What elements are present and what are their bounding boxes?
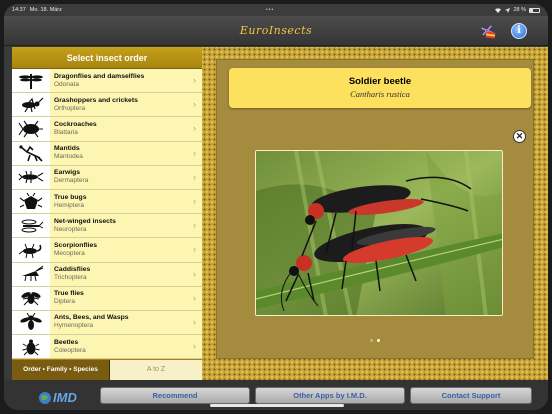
order-name: Beetles [54, 338, 79, 346]
order-latin: Neuroptera [54, 225, 87, 233]
order-latin: Coleoptera [54, 346, 86, 354]
app-window: 14:37 Mo. 18. März ••• 28 % EuroInsects … [4, 4, 548, 410]
fly-icon [21, 292, 41, 306]
order-latin: Hymenoptera [54, 322, 94, 330]
dragonfly-icon [19, 73, 43, 89]
chevron-right-icon: › [193, 195, 196, 206]
order-name: Ants, Bees, and Wasps [54, 314, 129, 322]
order-name: Net-winged insects [54, 217, 116, 225]
species-photo[interactable] [255, 150, 503, 316]
close-icon[interactable]: ✕ [513, 130, 526, 143]
page-dot [377, 339, 380, 342]
status-bar: 14:37 Mo. 18. März ••• 28 % [4, 4, 548, 16]
status-date: Mo. 18. März [29, 7, 62, 13]
chevron-right-icon: › [193, 75, 196, 85]
chevron-right-icon: › [193, 316, 196, 327]
species-common-name: Soldier beetle [348, 76, 412, 87]
order-sidebar: Select insect order Dragonflies and dams… [12, 47, 202, 380]
list-item[interactable]: True flies Diptera › [12, 286, 202, 311]
segment-order-family-species[interactable]: Order • Family • Species [12, 360, 110, 380]
order-name: Grashoppers and crickets [54, 96, 138, 104]
order-name: Scorpionflies [54, 241, 98, 249]
beetle-icon [22, 339, 40, 356]
order-latin: Mantodea [54, 153, 83, 161]
bug-icon [19, 192, 43, 209]
list-item[interactable]: Mantids Mantodea › [12, 141, 202, 166]
chevron-right-icon: › [193, 341, 196, 352]
list-item[interactable]: Dragonflies and damselflies Odonata › [12, 69, 202, 94]
list-item[interactable]: Scorpionflies Mecoptera › [12, 238, 202, 263]
order-name: True bugs [54, 193, 87, 201]
grasshopper-icon [22, 97, 44, 113]
order-latin: Hemiptera [54, 201, 84, 209]
order-latin: Diptera [54, 298, 75, 306]
sort-segmented-control: Order • Family • Species A to Z [12, 359, 202, 380]
list-item[interactable]: Cockroaches Blattaria › [12, 117, 202, 142]
chevron-right-icon: › [193, 220, 196, 231]
chevron-right-icon: › [193, 99, 196, 110]
order-latin: Dermaptera [54, 177, 89, 185]
app-title: EuroInsects [239, 24, 313, 37]
battery-percent: 28 % [513, 7, 526, 13]
contact-support-button[interactable]: Contact Support [410, 387, 532, 404]
segment-a-to-z[interactable]: A to Z [110, 360, 202, 380]
list-item[interactable]: Net-winged insects Neuroptera › [12, 214, 202, 239]
mantis-icon [19, 145, 43, 162]
list-item[interactable]: Earwigs Dermaptera › [12, 165, 202, 190]
chevron-right-icon: › [193, 292, 196, 303]
chevron-right-icon: › [193, 123, 196, 134]
wasp-icon [20, 313, 42, 331]
other-apps-button[interactable]: Other Apps by I.M.D. [255, 387, 405, 404]
imd-logo[interactable]: IMD [38, 388, 92, 406]
language-flag-icon[interactable] [480, 23, 496, 39]
order-latin: Orthoptera [54, 104, 86, 112]
caddisfly-icon [22, 265, 44, 282]
list-item[interactable]: True bugs Hemiptera › [12, 189, 202, 215]
list-item[interactable]: Beetles Coleoptera › [12, 335, 202, 359]
cockroach-icon [18, 120, 43, 138]
order-latin: Mecoptera [54, 249, 85, 257]
chevron-right-icon: › [193, 268, 196, 279]
status-time: 14:37 [12, 7, 26, 13]
order-name: Mantids [54, 145, 80, 153]
order-name: True flies [54, 290, 84, 298]
battery-icon [529, 7, 540, 13]
order-name: Earwigs [54, 169, 81, 177]
battery-level [530, 8, 533, 12]
species-detail-panel: Soldier beetle Cantharis rustica ✕ [216, 59, 534, 359]
info-icon[interactable]: i [511, 23, 527, 39]
home-indicator[interactable] [210, 404, 344, 407]
navigation-bar: EuroInsects i [4, 16, 548, 46]
order-latin: Odonata [54, 80, 79, 88]
order-latin: Blattaria [54, 128, 78, 136]
page-indicator[interactable] [217, 329, 533, 347]
detail-background: Soldier beetle Cantharis rustica ✕ [202, 47, 548, 380]
logo-text: IMD [53, 390, 77, 405]
species-title-card: Soldier beetle Cantharis rustica [229, 68, 531, 108]
wifi-icon [495, 8, 502, 13]
page-dot [370, 339, 373, 342]
earwig-icon [18, 171, 44, 184]
order-list: Dragonflies and damselflies Odonata › Gra… [12, 69, 202, 359]
order-name: Dragonflies and damselflies [54, 72, 145, 80]
order-name: Cockroaches [54, 120, 97, 128]
list-item[interactable]: Caddisflies Trichoptera › [12, 262, 202, 287]
chevron-right-icon: › [193, 171, 196, 182]
scorpionfly-icon [18, 243, 42, 259]
recommend-button[interactable]: Recommend [100, 387, 250, 404]
multitasking-dots-icon[interactable]: ••• [266, 7, 274, 13]
list-item[interactable]: Grashoppers and crickets Orthoptera › [12, 93, 202, 118]
order-latin: Trichoptera [54, 274, 87, 282]
chevron-right-icon: › [193, 147, 196, 158]
list-item[interactable]: Ants, Bees, and Wasps Hymenoptera › [12, 310, 202, 336]
chevron-right-icon: › [193, 244, 196, 255]
location-icon [505, 7, 511, 13]
sidebar-header: Select insect order [12, 47, 202, 69]
species-latin-name: Cantharis rustica [350, 89, 410, 99]
order-name: Caddisflies [54, 266, 91, 274]
lacewing-icon [21, 219, 44, 233]
